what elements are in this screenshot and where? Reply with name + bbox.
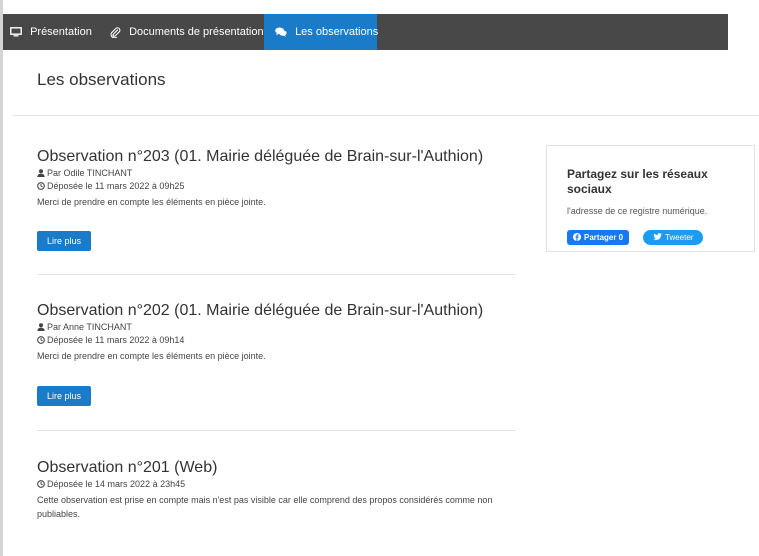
observation-item: Observation n°203 (01. Mairie déléguée d… [37,147,517,251]
page: Présentation Documents de présentation L… [0,0,759,556]
observation-date: Déposée le 14 mars 2022 à 23h45 [37,478,517,491]
user-icon [37,323,47,331]
observation-author-text: Par Odile TINCHANT [47,168,133,178]
observation-summary: Merci de prendre en compte les éléments … [37,351,266,361]
tab-observations[interactable]: Les observations [264,14,379,50]
left-border [0,0,3,556]
observation-item: Observation n°202 (01. Mairie déléguée d… [37,301,517,406]
observation-title: Observation n°201 (Web) [37,459,218,476]
clock-icon [37,182,47,190]
observation-author-text: Par Anne TINCHANT [47,322,132,332]
observation-date-text: Déposée le 11 mars 2022 à 09h14 [47,335,185,345]
clock-icon [37,336,47,344]
read-more-button[interactable]: Lire plus [37,386,92,406]
tab-bar-end [728,14,759,50]
top-strip [0,0,759,14]
observation-date-text: Déposée le 11 mars 2022 à 09h25 [47,181,185,191]
share-panel: Partagez sur les réseaux sociaux l'adres… [546,145,755,252]
observation-author: Par Odile TINCHANT [37,167,517,180]
observation-date-text: Déposée le 14 mars 2022 à 23h45 [47,479,186,489]
facebook-share-button[interactable]: Partager 0 [567,230,630,245]
user-icon [37,169,47,177]
twitter-icon [653,233,662,241]
divider [13,115,759,116]
read-more-button[interactable]: Lire plus [37,231,92,251]
observation-summary: Cette observation est prise en compte ma… [37,495,493,519]
tweet-button[interactable]: Tweeter [643,230,704,245]
clock-icon [37,480,47,488]
divider [37,274,516,275]
observation-date: Déposée le 11 mars 2022 à 09h25 [37,180,517,193]
facebook-icon [573,233,581,241]
facebook-share-label: Partager 0 [584,233,624,242]
monitor-icon [10,27,22,37]
page-title: Les observations [37,70,166,89]
observation-title: Observation n°203 (01. Mairie déléguée d… [37,148,484,165]
share-title: Partagez sur les réseaux sociaux [567,167,708,196]
tab-presentation[interactable]: Présentation [3,14,99,50]
tab-observations-label: Les observations [295,26,379,39]
tweet-button-label: Tweeter [665,233,694,242]
observation-item: Observation n°201 (Web) Déposée le 14 ma… [37,458,517,521]
tab-presentation-label: Présentation [30,26,92,39]
divider [37,430,516,431]
tab-documents[interactable]: Documents de présentation [99,14,264,50]
observation-title: Observation n°202 (01. Mairie déléguée d… [37,302,484,319]
tab-documents-label: Documents de présentation [129,26,264,39]
observation-summary: Merci de prendre en compte les éléments … [37,197,266,207]
observation-date: Déposée le 11 mars 2022 à 09h14 [37,334,517,347]
paperclip-icon [110,26,121,38]
share-text: l'adresse de ce registre numérique. [567,206,708,216]
comments-icon [275,27,287,37]
observation-author: Par Anne TINCHANT [37,321,517,334]
